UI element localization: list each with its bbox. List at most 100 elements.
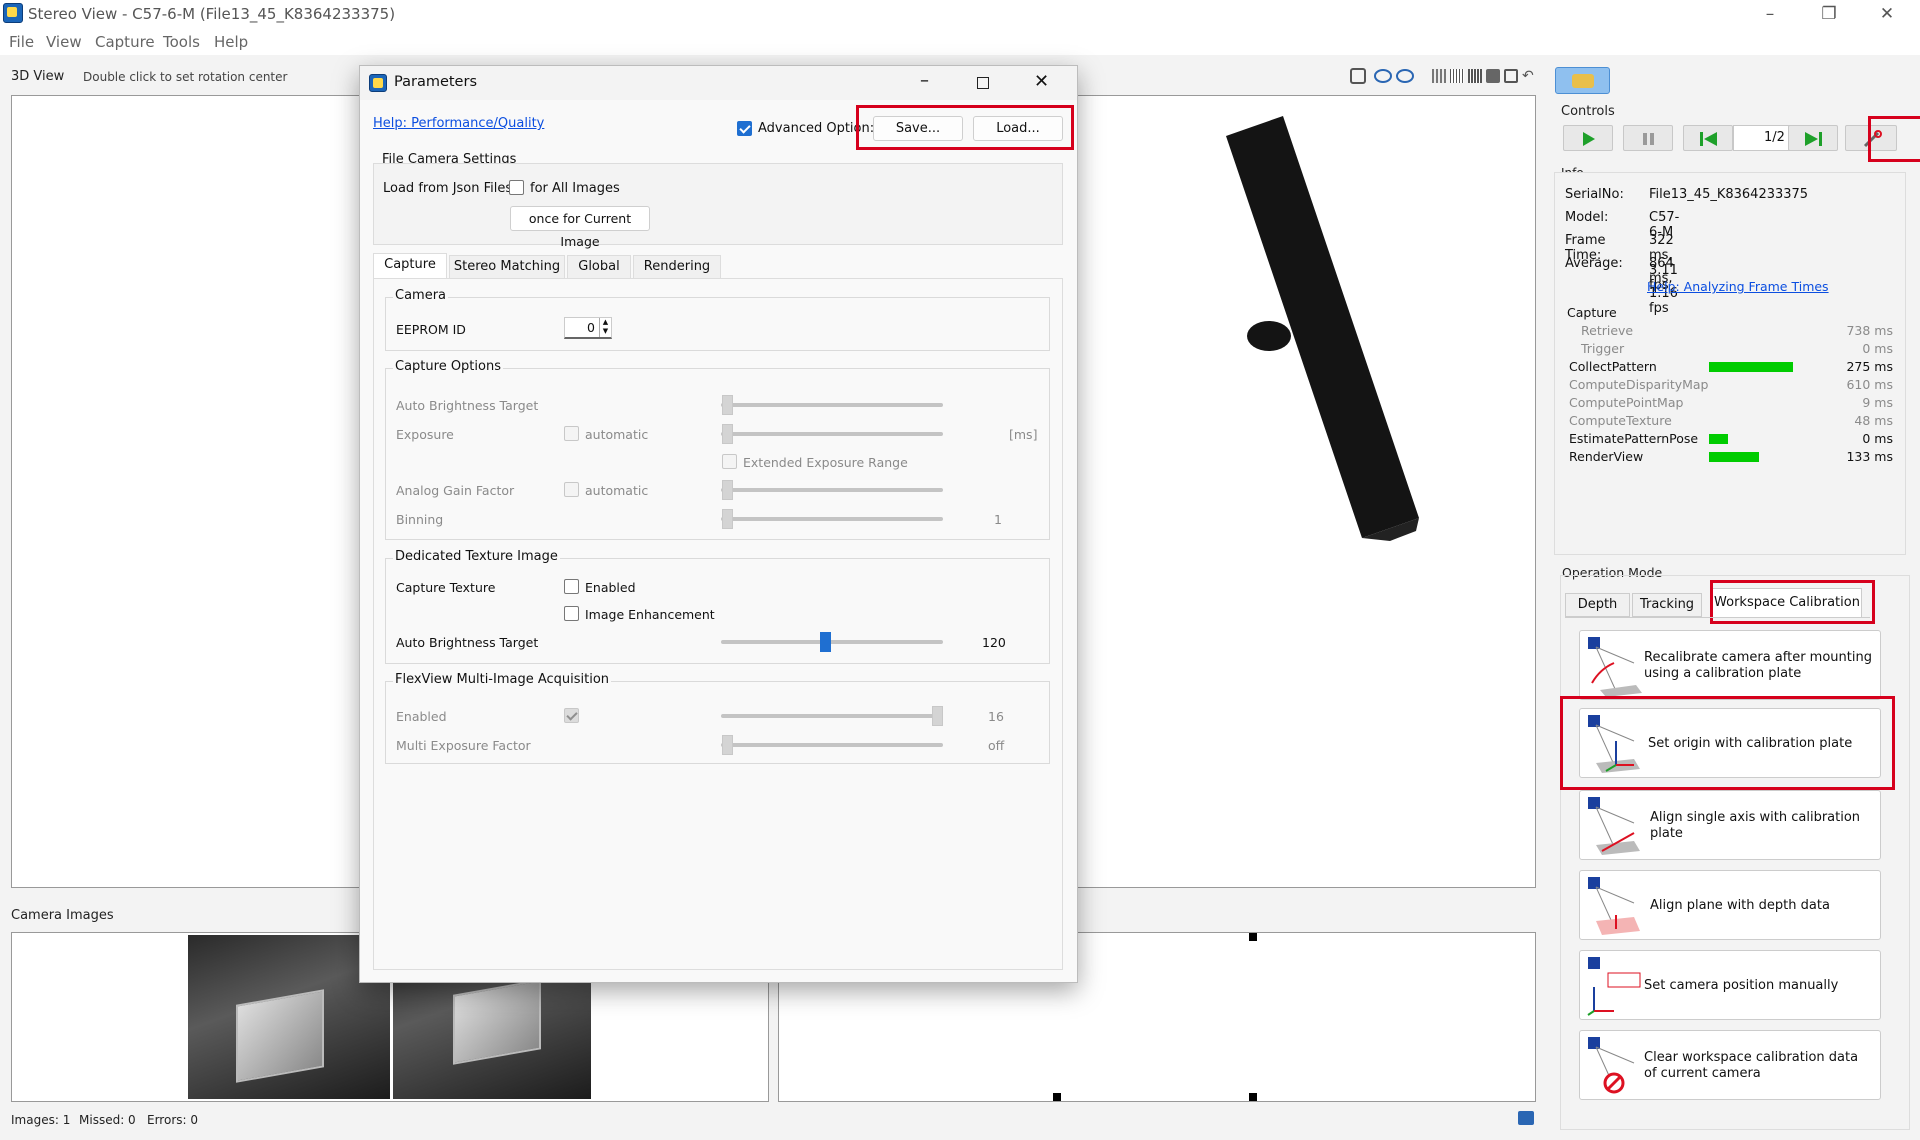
timing-row: RenderView 133 ms bbox=[1555, 449, 1907, 467]
hand-tool-button[interactable] bbox=[1555, 67, 1610, 94]
tab-capture[interactable]: Capture bbox=[373, 253, 447, 279]
next-button[interactable] bbox=[1788, 125, 1838, 151]
exposure-unit: [ms] bbox=[1009, 427, 1038, 442]
pause-icon bbox=[1643, 133, 1654, 145]
barcode-alt-icon[interactable] bbox=[1468, 69, 1482, 83]
gain-auto-checkbox[interactable] bbox=[564, 482, 579, 497]
align-plane-button[interactable]: Align plane with depth data bbox=[1579, 870, 1881, 940]
load-json-label: Load from Json Files bbox=[383, 181, 513, 196]
hand-icon bbox=[1572, 74, 1594, 88]
multi-exposure-value: off bbox=[988, 738, 1005, 753]
flexview-slider[interactable] bbox=[721, 714, 943, 718]
analog-gain-thumb[interactable] bbox=[722, 480, 733, 500]
previous-button[interactable] bbox=[1683, 125, 1733, 151]
timing-name: ComputePointMap bbox=[1569, 395, 1684, 410]
timing-row: EstimatePatternPose 0 ms bbox=[1555, 431, 1907, 449]
timing-row: ComputeDisparityMap 610 ms bbox=[1555, 377, 1907, 395]
timing-value: 133 ms bbox=[1846, 449, 1893, 464]
tab-global[interactable]: Global bbox=[567, 255, 631, 279]
view-label: 3D View bbox=[11, 69, 65, 84]
timing-row: ComputePointMap 9 ms bbox=[1555, 395, 1907, 413]
menu-view[interactable]: View bbox=[46, 33, 82, 51]
menu-capture[interactable]: Capture bbox=[95, 33, 155, 51]
grid-icon[interactable] bbox=[1432, 69, 1446, 83]
timing-row: Trigger 0 ms bbox=[1555, 341, 1907, 359]
status-icon[interactable] bbox=[1518, 1111, 1534, 1125]
recalibrate-icon bbox=[1588, 637, 1642, 697]
advanced-options-checkbox[interactable] bbox=[737, 121, 752, 136]
menu-help[interactable]: Help bbox=[214, 33, 248, 51]
auto-brightness-thumb[interactable] bbox=[722, 395, 733, 415]
exposure-slider[interactable] bbox=[721, 432, 943, 436]
status-missed: Missed: 0 bbox=[79, 1113, 136, 1127]
texture-brightness-slider[interactable] bbox=[721, 640, 943, 644]
view-toolbar: ↶ bbox=[1350, 68, 1540, 86]
clear-calibration-button[interactable]: Clear workspace calibration data of curr… bbox=[1579, 1030, 1881, 1100]
restore-button[interactable]: ❐ bbox=[1800, 0, 1858, 29]
exposure-label: Exposure bbox=[396, 427, 454, 442]
analog-gain-slider[interactable] bbox=[721, 488, 943, 492]
align-axis-icon bbox=[1588, 797, 1640, 855]
timing-value: 48 ms bbox=[1854, 413, 1893, 428]
analog-gain-label: Analog Gain Factor bbox=[396, 483, 515, 498]
multi-exposure-slider[interactable] bbox=[721, 743, 943, 747]
tab-tracking[interactable]: Tracking bbox=[1632, 593, 1702, 617]
tab-depth[interactable]: Depth bbox=[1565, 593, 1630, 617]
title-bar: Stereo View - C57-6-M (File13_45_K836423… bbox=[0, 0, 1920, 29]
minimize-button[interactable]: – bbox=[1741, 0, 1799, 29]
play-button[interactable] bbox=[1563, 125, 1613, 151]
pause-button[interactable] bbox=[1623, 125, 1673, 151]
timing-name: ComputeTexture bbox=[1569, 413, 1672, 428]
spin-arrows-icon[interactable]: ▲ ▼ bbox=[599, 318, 611, 337]
file-camera-group bbox=[373, 163, 1063, 245]
eye-icon[interactable] bbox=[1374, 69, 1392, 83]
recalibrate-button[interactable]: Recalibrate camera after mounting using … bbox=[1579, 630, 1881, 700]
set-camera-position-button[interactable]: Set camera position manually bbox=[1579, 950, 1881, 1020]
dialog-close-button[interactable]: ✕ bbox=[1034, 71, 1049, 92]
timing-value: 275 ms bbox=[1846, 359, 1893, 374]
timing-value: 0 ms bbox=[1862, 341, 1893, 356]
tab-rendering[interactable]: Rendering bbox=[633, 255, 721, 279]
marker bbox=[1249, 1093, 1257, 1101]
help-frame-times-link[interactable]: Help: Analyzing Frame Times bbox=[1647, 279, 1829, 294]
eeprom-spinbox[interactable]: 0 ▲ ▼ bbox=[564, 317, 612, 339]
undo-icon[interactable]: ↶ bbox=[1522, 68, 1534, 84]
exposure-thumb[interactable] bbox=[722, 424, 733, 444]
dialog-maximize-button[interactable] bbox=[977, 77, 989, 89]
texture-brightness-value: 120 bbox=[982, 635, 1006, 650]
barcode-icon[interactable] bbox=[1450, 69, 1464, 83]
align-axis-button[interactable]: Align single axis with calibration plate bbox=[1579, 790, 1881, 860]
texture-brightness-thumb[interactable] bbox=[820, 632, 831, 652]
binning-thumb[interactable] bbox=[722, 509, 733, 529]
help-performance-link[interactable]: Help: Performance/Quality bbox=[373, 116, 544, 131]
image-enhancement-checkbox[interactable] bbox=[564, 606, 579, 621]
texture-icon[interactable] bbox=[1486, 69, 1500, 83]
parameters-dialog: Parameters – ✕ Help: Performance/Quality… bbox=[359, 65, 1078, 983]
camera-icon[interactable] bbox=[1504, 69, 1518, 83]
timing-name: ComputeDisparityMap bbox=[1569, 377, 1709, 392]
tab-stereo-matching[interactable]: Stereo Matching bbox=[449, 255, 565, 279]
binning-slider[interactable] bbox=[721, 517, 943, 521]
menu-tools[interactable]: Tools bbox=[163, 33, 200, 51]
view-hint: Double click to set rotation center bbox=[83, 70, 288, 84]
menu-file[interactable]: File bbox=[9, 33, 34, 51]
dialog-minimize-button[interactable]: – bbox=[920, 70, 929, 91]
eye-alt-icon[interactable] bbox=[1396, 69, 1414, 83]
exposure-auto-checkbox[interactable] bbox=[564, 426, 579, 441]
clear-calibration-icon bbox=[1588, 1037, 1635, 1094]
extended-exposure-checkbox[interactable] bbox=[722, 454, 737, 469]
once-current-image-button[interactable]: once for Current Image bbox=[510, 206, 650, 249]
timing-name: CollectPattern bbox=[1569, 359, 1657, 374]
timing-value: 0 ms bbox=[1862, 431, 1893, 446]
multi-exposure-thumb[interactable] bbox=[722, 735, 733, 755]
binning-value: 1 bbox=[994, 512, 1002, 527]
flexview-enabled-checkbox[interactable] bbox=[564, 708, 579, 723]
flexview-thumb[interactable] bbox=[932, 706, 943, 726]
info-group: SerialNo: File13_45_K8364233375 Model: C57… bbox=[1554, 172, 1906, 555]
close-window-button[interactable]: ✕ bbox=[1858, 0, 1916, 29]
all-images-checkbox[interactable] bbox=[509, 180, 524, 195]
texture-enabled-checkbox[interactable] bbox=[564, 579, 579, 594]
image-enhancement-label: Image Enhancement bbox=[585, 607, 715, 622]
auto-brightness-slider[interactable] bbox=[721, 403, 943, 407]
wrench-icon[interactable] bbox=[1350, 68, 1366, 84]
